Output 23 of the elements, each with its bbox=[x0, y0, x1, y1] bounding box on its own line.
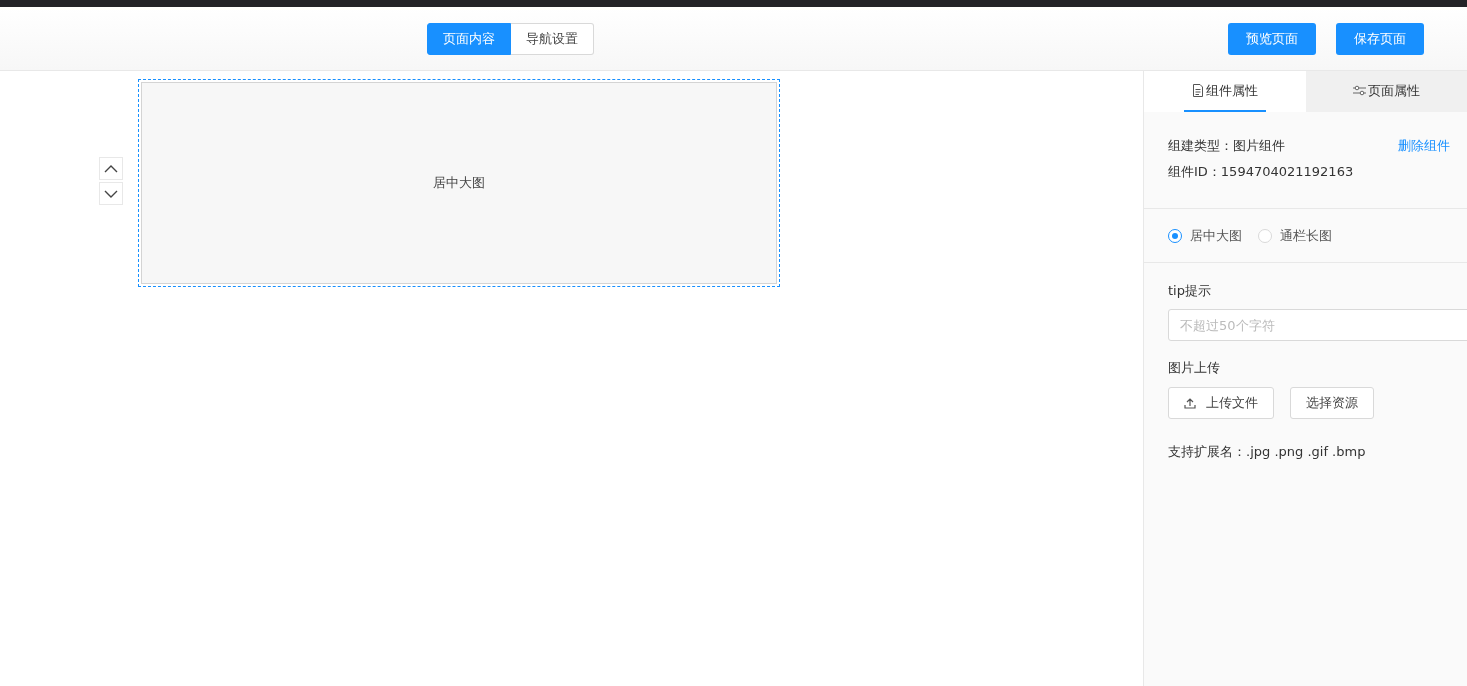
upload-icon bbox=[1184, 397, 1196, 409]
upload-button[interactable]: 选择资源 bbox=[1290, 387, 1374, 419]
panel-tab[interactable]: 组件属性 bbox=[1144, 71, 1306, 112]
move-down-button[interactable] bbox=[99, 182, 123, 205]
component-id: 组件ID：1594704021192163 bbox=[1168, 163, 1355, 181]
chevron-up-icon bbox=[104, 163, 118, 174]
mode-tab[interactable]: 导航设置 bbox=[511, 22, 594, 55]
tip-label: tip提示 bbox=[1168, 282, 1212, 300]
component-label: 居中大图 bbox=[433, 174, 485, 192]
sliders-icon bbox=[1352, 85, 1366, 96]
move-up-button[interactable] bbox=[99, 157, 123, 180]
layout-radio[interactable]: 居中大图 bbox=[1168, 226, 1242, 245]
tip-input[interactable]: 不超过50个字符 bbox=[1168, 309, 1467, 341]
component-frame[interactable]: 居中大图 bbox=[138, 79, 780, 287]
chevron-down-icon bbox=[104, 188, 118, 199]
extensions-note: 支持扩展名：.jpg .png .gif .bmp bbox=[1168, 443, 1367, 461]
panel-tab[interactable]: 页面属性 bbox=[1305, 71, 1467, 112]
document-icon bbox=[1191, 84, 1204, 97]
component-type: 组建类型：图片组件 bbox=[1168, 137, 1285, 155]
upload-button[interactable]: 上传文件 bbox=[1168, 387, 1274, 419]
layout-radio[interactable]: 通栏长图 bbox=[1258, 226, 1332, 245]
upload-label: 图片上传 bbox=[1168, 359, 1221, 377]
radio-circle[interactable] bbox=[1168, 228, 1182, 243]
